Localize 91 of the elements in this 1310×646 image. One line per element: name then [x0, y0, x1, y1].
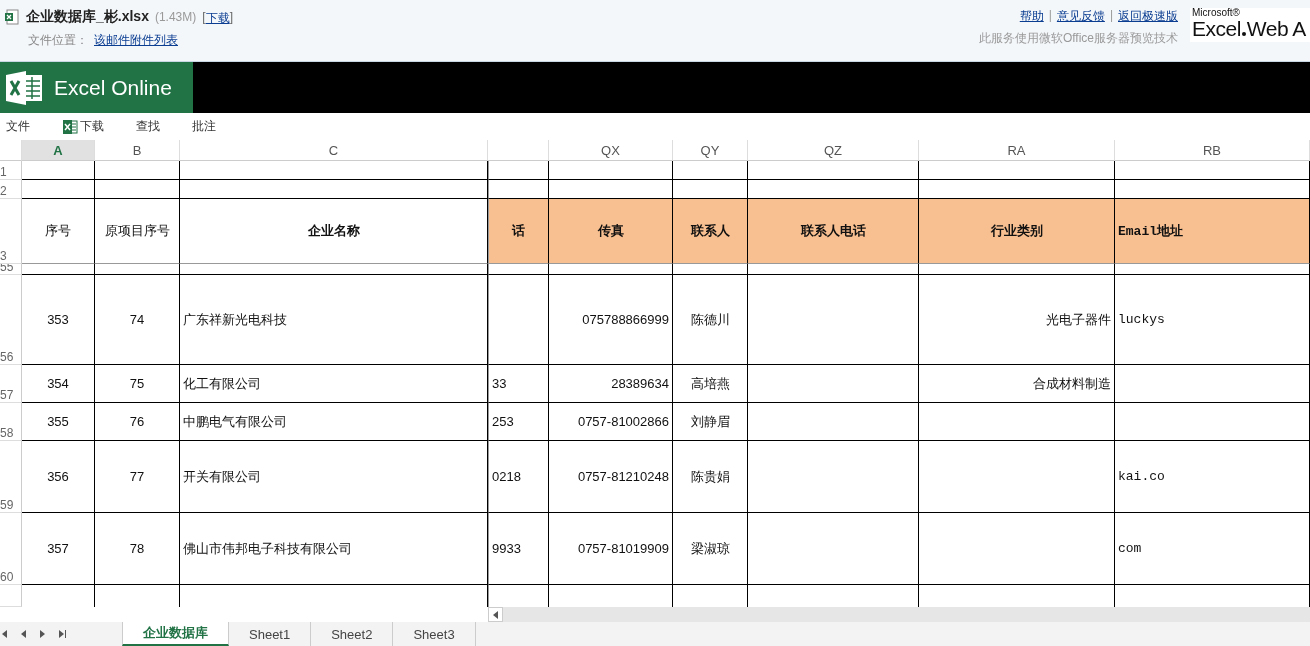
- table-cell: 0757-81019909: [549, 513, 673, 585]
- table-cell: 78: [95, 513, 180, 585]
- column-header[interactable]: C: [180, 140, 488, 161]
- table-cell: 0757-81210248: [549, 441, 673, 513]
- sheet-tab[interactable]: Sheet3: [393, 622, 476, 646]
- horizontal-scrollbar[interactable]: [488, 607, 1310, 622]
- sheet-nav-icon[interactable]: [59, 630, 66, 638]
- row-number: 57: [0, 365, 22, 403]
- table-cell: 354: [22, 365, 95, 403]
- column-heading: 联系人: [673, 199, 748, 264]
- header-link[interactable]: 意见反馈: [1056, 8, 1105, 25]
- service-note: 此服务使用微软Office服务器预览技术: [978, 30, 1178, 47]
- row-number: 1: [0, 161, 22, 180]
- table-cell: 0218: [488, 441, 549, 513]
- bracket: [: [202, 10, 206, 26]
- table-cell: 353: [22, 275, 95, 365]
- table-cell: 高培燕: [673, 365, 748, 403]
- row-number: 59: [0, 441, 22, 513]
- table-cell: com: [1115, 513, 1310, 585]
- table-cell: 76: [95, 403, 180, 441]
- column-header[interactable]: QY: [673, 140, 748, 161]
- table-cell: 28389634: [549, 365, 673, 403]
- table-cell: 中鹏电气有限公司: [180, 403, 488, 441]
- table-cell: 77: [95, 441, 180, 513]
- sheet-tab[interactable]: Sheet1: [229, 622, 312, 646]
- table-cell: 光电子器件: [919, 275, 1115, 365]
- table-cell: 合成材料制造: [919, 365, 1115, 403]
- spreadsheet-file-icon: [4, 9, 20, 25]
- toolbar-button[interactable]: 下载: [56, 118, 110, 135]
- column-header[interactable]: QX: [549, 140, 673, 161]
- row-number: 58: [0, 403, 22, 441]
- column-header[interactable]: B: [95, 140, 180, 161]
- toolbar-button[interactable]: 查找: [130, 118, 166, 135]
- file-title: 企业数据库_彬.xlsx: [26, 8, 149, 26]
- table-cell: [488, 161, 549, 180]
- sheet-nav-icon[interactable]: [2, 630, 9, 638]
- table-cell: 33: [488, 365, 549, 403]
- column-heading: 序号: [22, 199, 95, 264]
- spreadsheet-icon: [62, 118, 78, 135]
- row-number: 3: [0, 199, 22, 264]
- toolbar-button[interactable]: 文件: [0, 118, 36, 135]
- table-cell: 刘静眉: [673, 403, 748, 441]
- location-label: 文件位置：: [28, 32, 88, 49]
- row-number: 2: [0, 180, 22, 199]
- spreadsheet-logo-icon: [6, 70, 44, 105]
- table-cell: 广东祥新光电科技: [180, 275, 488, 365]
- sheet-tab[interactable]: 企业数据库: [122, 622, 229, 646]
- column-header[interactable]: QZ: [748, 140, 919, 161]
- product-logo: Microsoft® Excel Web A: [1190, 8, 1310, 42]
- table-cell: 75: [95, 365, 180, 403]
- column-header[interactable]: A: [22, 140, 95, 161]
- bracket: ]: [229, 10, 233, 26]
- row-number: 60: [0, 513, 22, 585]
- column-heading: 联系人电话: [748, 199, 919, 264]
- column-heading: 行业类别: [919, 199, 1115, 264]
- column-heading: 传真: [549, 199, 673, 264]
- file-size: (1.43M): [154, 10, 197, 24]
- column-heading: 原项目序号: [95, 199, 180, 264]
- table-cell: 74: [95, 275, 180, 365]
- table-cell: 9933: [488, 513, 549, 585]
- table-cell: 开关有限公司: [180, 441, 488, 513]
- app-title: Excel Online: [54, 75, 172, 100]
- sheet-nav-icon[interactable]: [40, 630, 47, 638]
- sheet-nav-icon[interactable]: [21, 630, 28, 638]
- table-cell: kai.co: [1115, 441, 1310, 513]
- row-number: 56: [0, 275, 22, 365]
- column-header[interactable]: RA: [919, 140, 1115, 161]
- scroll-left-icon[interactable]: [488, 607, 503, 622]
- column-heading: 话: [488, 199, 549, 264]
- attachment-list-link[interactable]: 该邮件附件列表: [94, 32, 178, 49]
- table-cell: 陈贵娟: [673, 441, 748, 513]
- header-link[interactable]: 返回极速版: [1118, 8, 1178, 25]
- sheet-tab[interactable]: Sheet2: [311, 622, 394, 646]
- toolbar-button[interactable]: 批注: [186, 118, 222, 135]
- table-cell: 355: [22, 403, 95, 441]
- table-cell: 0757-81002866: [549, 403, 673, 441]
- column-heading: Email地址: [1115, 199, 1310, 264]
- table-cell: 357: [22, 513, 95, 585]
- table-cell: 梁淑琼: [673, 513, 748, 585]
- table-cell: 佛山市伟邦电子科技有限公司: [180, 513, 488, 585]
- table-cell: 陈德川: [673, 275, 748, 365]
- table-cell: 075788866999: [549, 275, 673, 365]
- table-cell: 356: [22, 441, 95, 513]
- table-cell: luckys: [1115, 275, 1310, 365]
- table-cell: [488, 264, 549, 275]
- separator: |: [1048, 8, 1052, 24]
- column-header[interactable]: RB: [1115, 140, 1310, 161]
- header-link[interactable]: 帮助: [1019, 8, 1044, 25]
- separator: |: [1109, 8, 1113, 24]
- table-cell: 253: [488, 403, 549, 441]
- table-cell: 化工有限公司: [180, 365, 488, 403]
